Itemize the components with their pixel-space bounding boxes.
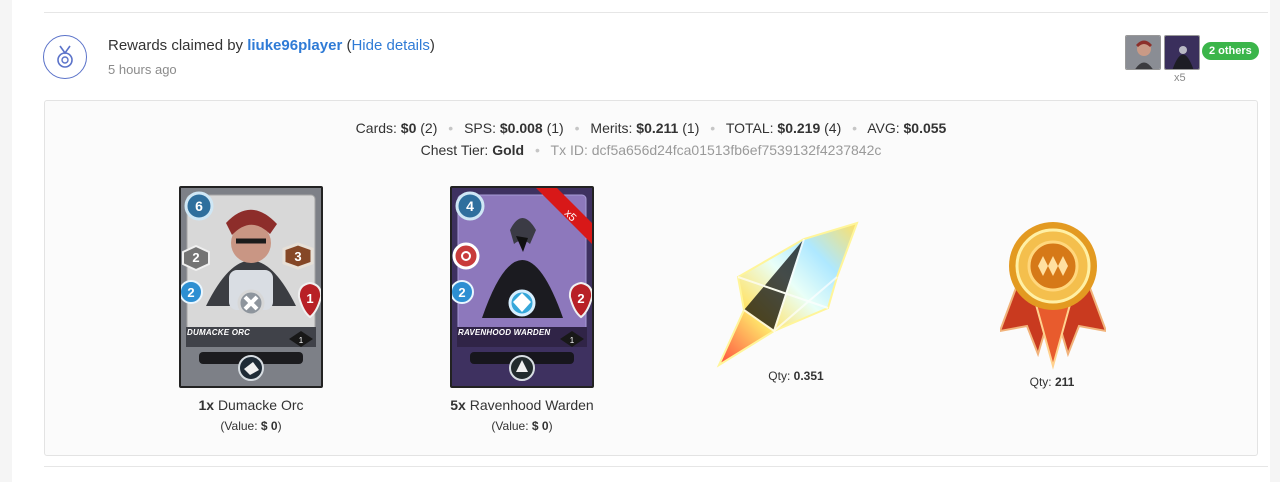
dumacke-orc-art: 6 3 2 2 1 1 [181, 188, 321, 386]
separator-dot: • [448, 120, 454, 136]
others-badge[interactable]: 2 others [1202, 42, 1259, 60]
health-value: 1 [306, 291, 313, 306]
chest-tier-label: Chest Tier: [420, 142, 489, 158]
tx-id-value[interactable]: dcf5a656d24fca01513fb6ef7539132f4237842c [592, 142, 882, 158]
cards-value: $0 [400, 120, 417, 136]
total-label: TOTAL: [725, 120, 774, 136]
merits-value: $0.211 [636, 120, 679, 136]
mana-value: 4 [466, 198, 474, 214]
multiplier-label: x5 [1174, 72, 1186, 84]
armor-value: 2 [192, 250, 199, 265]
qty-value: 211 [1055, 375, 1075, 389]
avatar[interactable] [1164, 35, 1200, 70]
warden-avatar-image [1165, 36, 1199, 69]
reward-name: Ravenhood Warden [469, 397, 594, 413]
reward-feed: Rewards claimed by liuke96player (Hide d… [0, 0, 1280, 482]
divider [44, 12, 1268, 13]
reward-caption: 1x Dumacke Orc [141, 397, 361, 413]
sps-count: (1) [546, 120, 564, 136]
separator-dot: • [710, 120, 716, 136]
merits-medal-icon [1000, 222, 1106, 370]
cards-count: (2) [420, 120, 438, 136]
reward-count: 5x [450, 397, 466, 413]
medal-icon-glyph [57, 45, 73, 68]
value-suffix: ) [277, 419, 282, 433]
mana-value: 6 [195, 198, 203, 214]
speed-value: 2 [187, 285, 194, 300]
sps-value: $0.008 [499, 120, 543, 136]
qty-label: Qty: [1029, 375, 1052, 389]
reward-caption: 5x Ravenhood Warden [412, 397, 632, 413]
paren-close: ) [429, 37, 435, 54]
level-value: 1 [570, 336, 575, 345]
health-value: 2 [577, 291, 584, 306]
value-prefix: (Value: [491, 419, 529, 433]
merits-count: (1) [682, 120, 700, 136]
avatar[interactable] [1125, 35, 1161, 70]
separator-dot: • [852, 120, 858, 136]
reward-summary: Cards: $0 (2) • SPS: $0.008 (1) • Merits… [45, 120, 1257, 136]
medal-icon [43, 35, 87, 79]
orc-avatar-image [1126, 36, 1160, 69]
card-title: DUMACKE ORC [187, 328, 251, 337]
dumacke-orc-card[interactable]: 6 3 2 2 1 1 DUMACKE ORC [179, 186, 323, 388]
chest-tier-value: Gold [492, 142, 525, 158]
qty-value: 0.351 [793, 369, 824, 383]
reward-value: (Value: $ 0) [412, 419, 632, 433]
avg-value: $0.055 [903, 120, 947, 136]
participant-avatars [1125, 35, 1200, 70]
card-title: RAVENHOOD WARDEN [458, 328, 551, 337]
value-suffix: ) [548, 419, 553, 433]
value-amount: $ 0 [260, 419, 278, 433]
sps-quantity: Qty: 0.351 [716, 369, 876, 383]
timestamp: 5 hours ago [108, 62, 177, 77]
qty-label: Qty: [768, 369, 791, 383]
title-prefix: Rewards claimed by [108, 37, 248, 54]
cards-label: Cards: [355, 120, 397, 136]
sps-crystal-icon [716, 221, 859, 368]
username-link[interactable]: liuke96player [247, 37, 342, 54]
reward-name: Dumacke Orc [217, 397, 304, 413]
separator-dot: • [534, 142, 540, 158]
ravenhood-warden-card[interactable]: 4 2 2 1 x5 RAVENHOOD WARDEN [450, 186, 594, 388]
speed-value: 2 [458, 285, 465, 300]
value-amount: $ 0 [531, 419, 549, 433]
ravenhood-warden-art: 4 2 2 1 x5 [452, 188, 592, 386]
activity-title: Rewards claimed by liuke96player (Hide d… [108, 37, 435, 54]
divider [44, 466, 1268, 467]
chest-and-transaction: Chest Tier: Gold • Tx ID: dcf5a656d24fca… [45, 142, 1257, 158]
merits-quantity: Qty: 211 [972, 375, 1132, 389]
reward-value: (Value: $ 0) [141, 419, 361, 433]
tx-id-label: Tx ID: [550, 142, 588, 158]
merits-label: Merits: [590, 120, 633, 136]
hide-details-link[interactable]: Hide details [351, 37, 429, 54]
level-value: 1 [299, 336, 304, 345]
total-count: (4) [824, 120, 842, 136]
sps-label: SPS: [464, 120, 496, 136]
avg-label: AVG: [867, 120, 900, 136]
value-prefix: (Value: [220, 419, 258, 433]
reward-details-panel: Cards: $0 (2) • SPS: $0.008 (1) • Merits… [44, 100, 1258, 456]
total-value: $0.219 [777, 120, 821, 136]
attack-value: 3 [294, 249, 301, 264]
separator-dot: • [574, 120, 580, 136]
reward-count: 1x [198, 397, 215, 413]
